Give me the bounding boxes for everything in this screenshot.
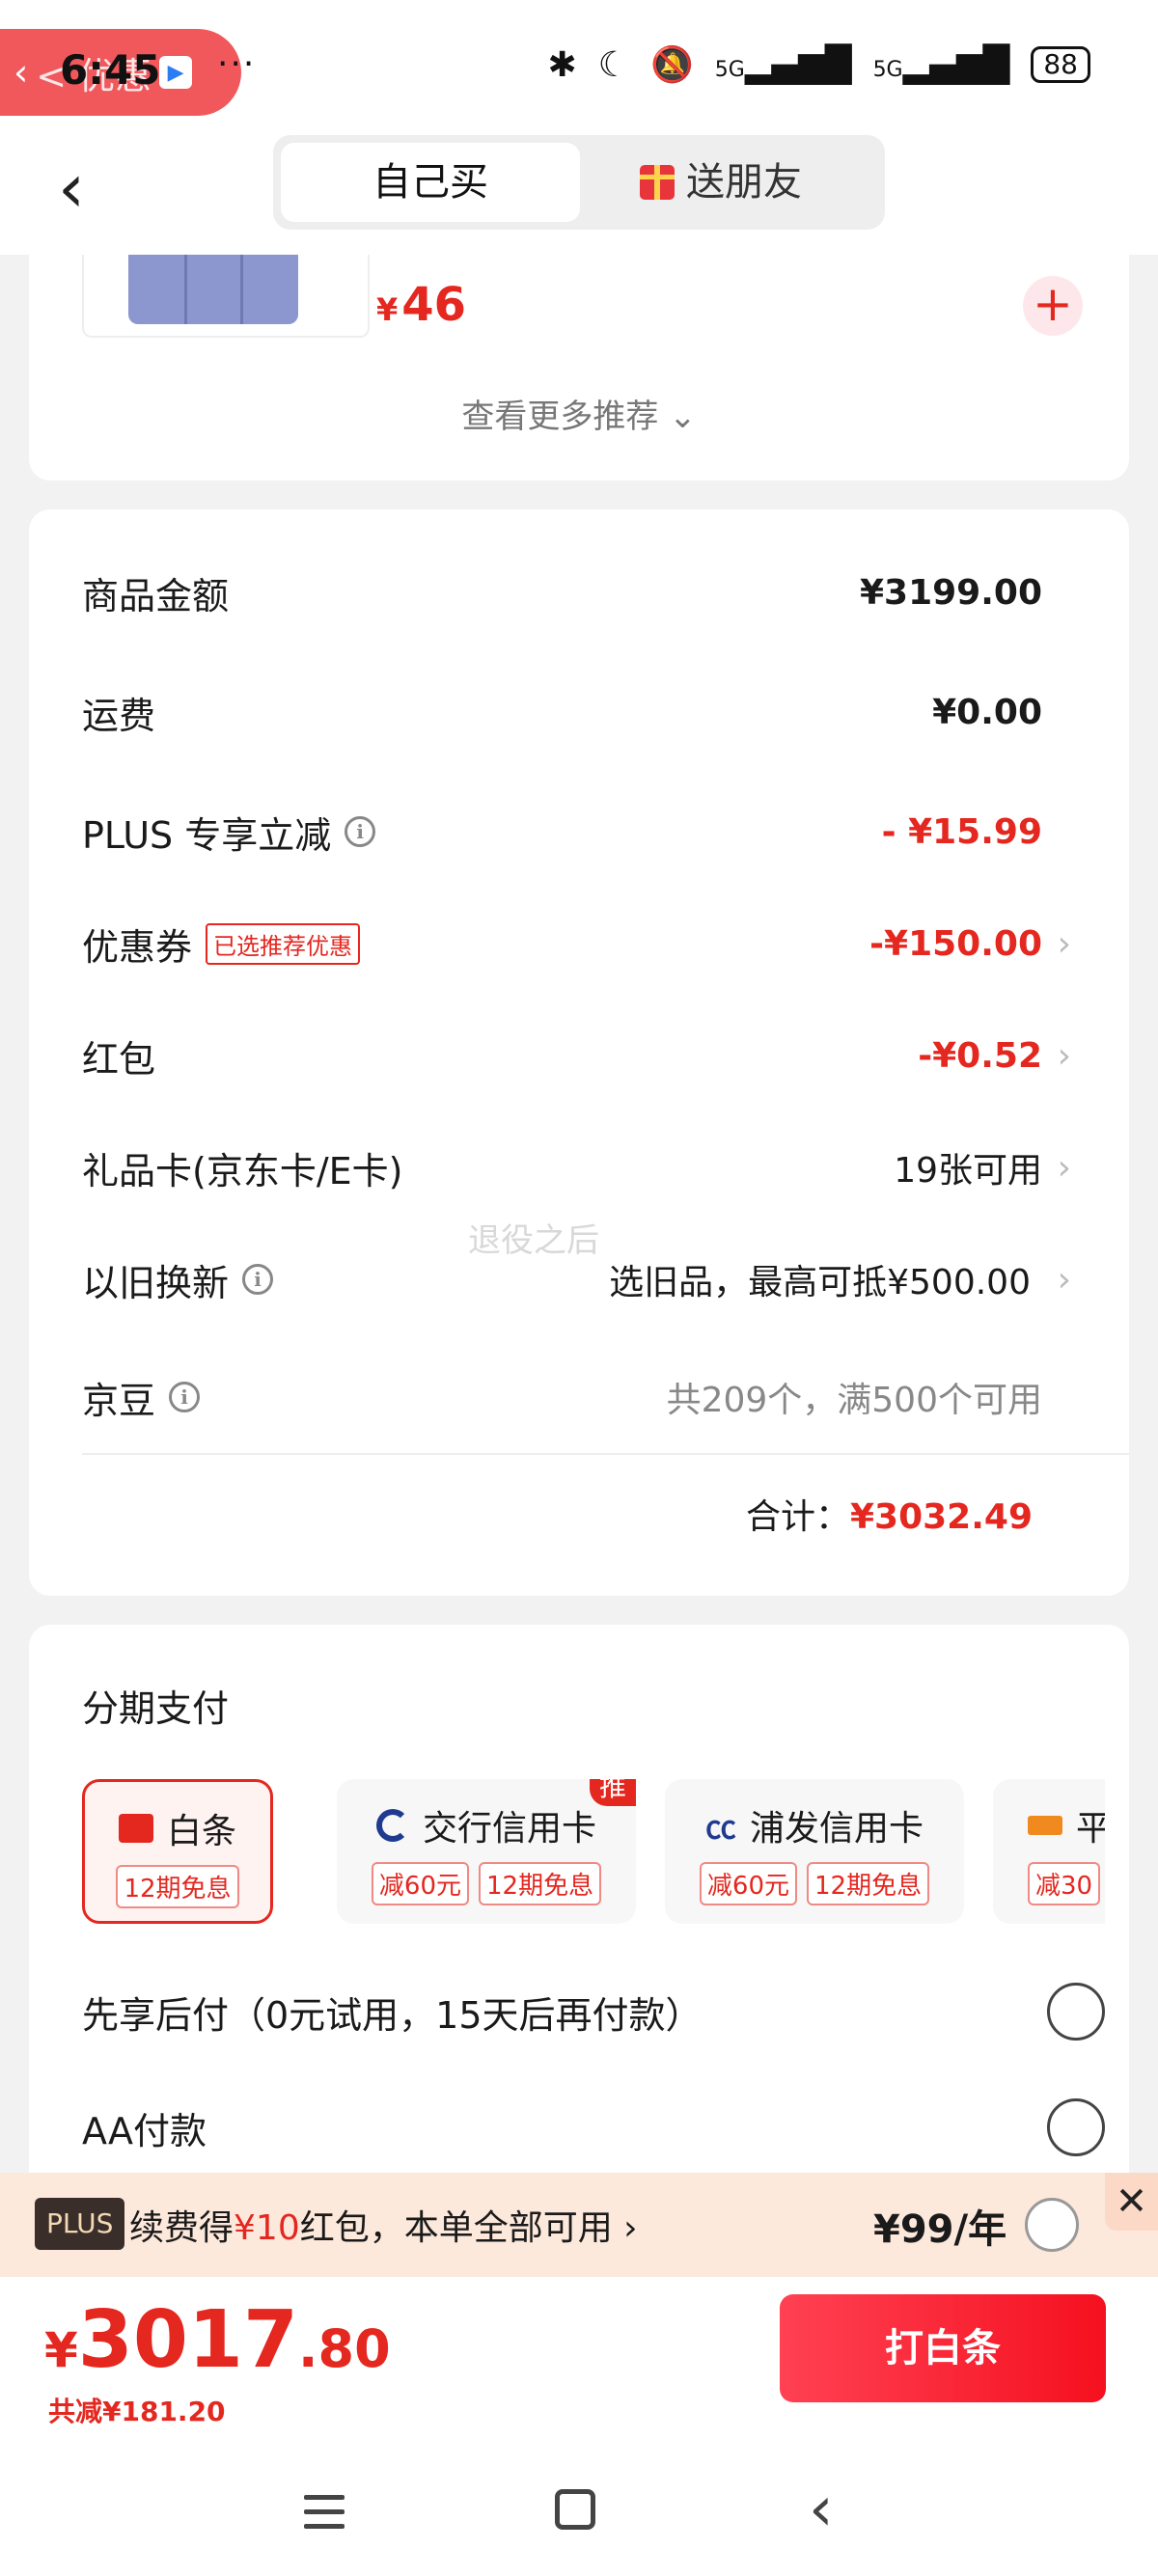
chevron-right-icon: › [1057,1259,1071,1300]
signal-icon: 5G▂▄▆█ [714,44,852,85]
recommend-price: ¥46 [376,278,467,332]
info-icon[interactable]: i [169,1382,201,1412]
payment-options-scroll[interactable]: 白条 12期免息 交行信用卡 减60元 12期免息 推 ㏄浦发信用卡 减60元 12… [82,1779,1105,1933]
product-thumbnail[interactable] [82,255,370,338]
row-gift-card[interactable]: 礼品卡(京东卡/E卡) 19张可用 › [82,1138,1100,1196]
chevron-right-icon: › [1057,1035,1071,1076]
watermark: 退役之后 [468,1221,599,1260]
chevron-right-icon: › [1057,923,1071,964]
info-icon[interactable]: i [242,1264,274,1295]
total-saved: 共减¥181.20 [48,2396,226,2427]
status-icons: ✱ ☾ 🔕 5G▂▄▆█ 5G▂▄▆█ 88 [547,44,1090,85]
pay-later-radio[interactable] [1047,1983,1105,2041]
status-time: 6:45 [60,46,161,94]
tab-self-buy[interactable]: 自己买 [281,143,580,222]
moon-icon: ☾ [597,44,629,85]
back-icon[interactable]: ‹ [58,154,85,222]
recommend-badge: 推 [589,1779,636,1806]
baitiao-icon [118,1814,153,1843]
pay-option-baitiao[interactable]: 白条 12期免息 [82,1779,273,1924]
spdb-icon: ㏄ [704,1809,736,1846]
battery-icon: 88 [1031,46,1090,83]
signal-icon-2: 5G▂▄▆█ [872,44,1010,85]
tab-gift-friend[interactable]: 送朋友 [640,143,802,222]
bluetooth-icon: ✱ [547,44,577,85]
shipping-value: ¥0.00 [932,692,1042,732]
total-amount: ¥3032.49 [849,1497,1033,1537]
pay-later-row[interactable]: 先享后付（0元试用，15天后再付款） [82,1978,1105,2045]
more-recommend-link[interactable]: 查看更多推荐 ⌄ [29,390,1129,437]
row-jd-beans: 京豆 i 共209个，满500个可用 [82,1368,1100,1426]
goods-amount-value: ¥3199.00 [859,572,1042,613]
coupon-tag: 已选推荐优惠 [206,922,361,965]
installment-title: 分期支付 [82,1687,230,1730]
plus-discount-value: - ¥15.99 [881,811,1042,852]
order-summary-card: 商品金额 ¥3199.00 运费 ¥0.00 PLUS 专享立减 i - ¥15.… [29,509,1129,1596]
row-goods-amount: 商品金额 ¥3199.00 [82,572,1042,617]
more-dots-icon: ··· [217,44,257,84]
menu-icon[interactable] [304,2495,345,2538]
aa-pay-row[interactable]: AA付款 [82,2094,1105,2161]
row-coupon[interactable]: 优惠券 已选推荐优惠 -¥150.00 › [82,915,1100,973]
aa-pay-radio[interactable] [1047,2098,1105,2156]
tab-gift-label: 送朋友 [686,160,802,205]
red-packet-value: -¥0.52 [918,1035,1042,1076]
plus-renew-banner[interactable]: PLUS 续费得¥10红包，本单全部可用 › ¥99/年 ✕ [0,2173,1158,2277]
row-shipping: 运费 ¥0.00 [82,692,1042,737]
installment-card: 分期支付 白条 12期免息 交行信用卡 减60元 12期免息 推 ㏄浦发信用卡 减… [29,1625,1129,2242]
status-bar: ‹ < 优惠 ▶ 6:45 ··· ✱ ☾ 🔕 5G▂▄▆█ 5G▂▄▆█ 88 [0,0,1158,135]
row-plus-discount: PLUS 专享立减 i - ¥15.99 [82,811,1042,857]
jd-beans-value: 共209个，满500个可用 [666,1381,1042,1420]
row-red-packet[interactable]: 红包 -¥0.52 › [82,1027,1100,1084]
trade-in-value: 选旧品，最高可抵¥500.00 [609,1263,1031,1302]
pay-option-bocom[interactable]: 交行信用卡 减60元 12期免息 推 [337,1779,636,1924]
chevron-right-icon: › [1057,1147,1071,1188]
gift-icon [640,165,675,200]
plus-radio[interactable] [1025,2198,1079,2252]
tab-switch: 自己买 送朋友 [273,135,885,230]
plus-price: ¥99/年 [873,2207,1007,2252]
bocom-icon [375,1809,409,1842]
play-store-icon: ▶ [159,56,193,89]
back-chevron-icon: ‹ [14,51,29,94]
gift-card-value: 19张可用 [894,1151,1042,1191]
close-icon[interactable]: ✕ [1105,2173,1158,2231]
plus-logo: PLUS [35,2198,125,2250]
tablet-case-image [128,255,298,324]
recommend-card: ¥46 + 查看更多推荐 ⌄ [29,255,1129,480]
coupon-value: -¥150.00 [869,923,1042,964]
back-icon[interactable]: ‹ [809,2474,834,2545]
pay-option-ping[interactable]: 平 减30 [993,1779,1105,1924]
divider [82,1453,1129,1455]
pay-baitiao-button[interactable]: 打白条 [780,2294,1106,2402]
system-nav-bar: ‹ [0,2441,1158,2576]
add-item-button[interactable]: + [1023,276,1083,336]
pay-amount: ¥3017.80 [44,2294,391,2386]
home-icon[interactable] [555,2489,595,2530]
info-icon[interactable]: i [345,816,376,847]
checkout-bar: ¥3017.80 共减¥181.20 打白条 [0,2277,1158,2441]
ping-icon [1028,1816,1062,1835]
total-line: 合计：¥3032.49 [745,1497,1033,1537]
mute-icon: 🔕 [649,45,694,85]
pay-option-spdb[interactable]: ㏄浦发信用卡 减60元 12期免息 [665,1779,964,1924]
header: ‹ 自己买 送朋友 [0,135,1158,255]
plus-renew-text[interactable]: 续费得¥10红包，本单全部可用 › [129,2200,638,2250]
